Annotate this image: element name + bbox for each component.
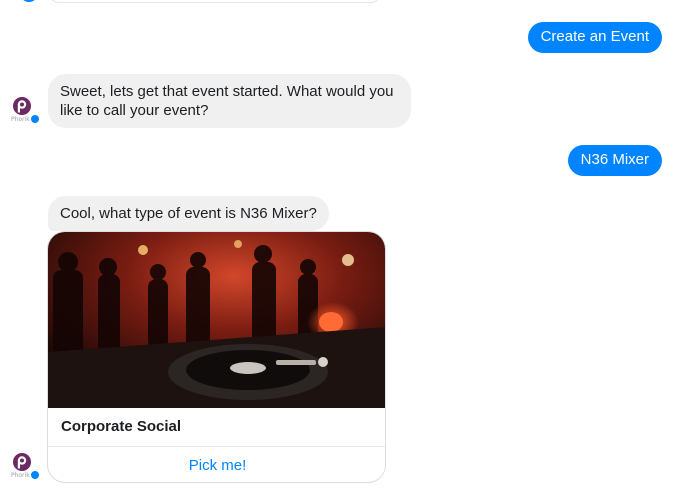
incoming-message: Sweet, lets get that event started. What… <box>48 74 411 128</box>
bot-logo-icon <box>13 453 31 471</box>
messenger-badge-icon <box>22 0 36 2</box>
bot-brand-label: Phorik <box>11 116 30 123</box>
bot-brand-label: Phorik <box>11 472 30 479</box>
bot-logo-icon <box>13 97 31 115</box>
outgoing-message: N36 Mixer <box>567 145 662 176</box>
chat-thread: Create an Event Sweet, lets get that eve… <box>0 0 695 494</box>
event-type-card: Corporate Social Pick me! <box>47 231 386 483</box>
card-title: Corporate Social <box>61 418 182 435</box>
previous-message-bubble <box>48 0 382 3</box>
pick-me-button[interactable]: Pick me! <box>48 447 385 482</box>
party-photo <box>48 232 385 408</box>
messenger-badge-icon <box>30 470 40 480</box>
incoming-message: Cool, what type of event is N36 Mixer? <box>48 196 329 231</box>
messenger-badge-icon <box>30 114 40 124</box>
bot-avatar: Phorik <box>10 96 40 126</box>
outgoing-message: Create an Event <box>527 22 662 53</box>
bot-avatar: Phorik <box>10 452 40 482</box>
